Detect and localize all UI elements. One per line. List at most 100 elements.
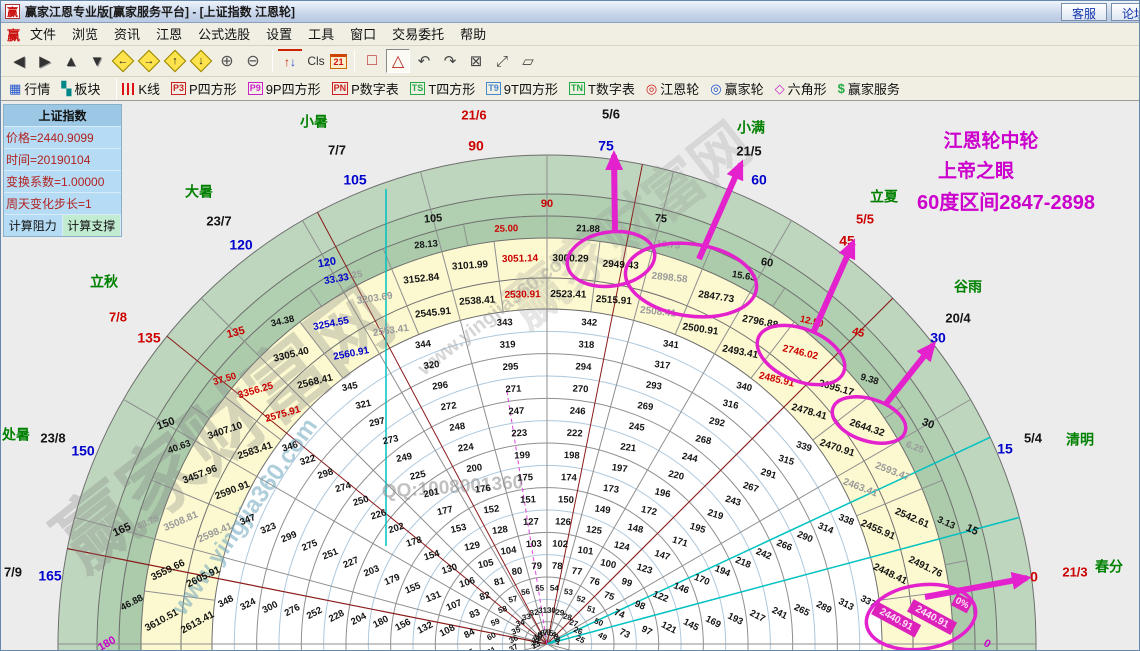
triangle-tool-icon[interactable]: △ xyxy=(386,49,410,73)
menu-item-帮助[interactable]: 帮助 xyxy=(460,27,486,42)
spiral-number: 101 xyxy=(577,545,595,558)
pan-right-icon[interactable]: → xyxy=(137,49,161,73)
spiral-number: 30 xyxy=(547,606,557,615)
toolbar-button-9P四方形[interactable]: P9 9P四方形 xyxy=(247,79,321,98)
window-title: 赢家江恩专业版[赢家服务平台] - [上证指数 江恩轮] xyxy=(25,5,295,19)
degree-value: 90 xyxy=(541,198,553,210)
nav-up-icon[interactable]: ▲ xyxy=(59,49,83,73)
toolbar-button-板块[interactable]: ▚ 板块 xyxy=(61,79,100,98)
spiral-number: 319 xyxy=(499,339,515,351)
spiral-number: 223 xyxy=(511,428,527,440)
zoom-out-icon[interactable]: ⊖ xyxy=(241,49,265,73)
cls-icon[interactable]: Cls xyxy=(304,49,328,73)
nav-left-icon[interactable]: ◀ xyxy=(7,49,31,73)
toolbar-button-行情[interactable]: ▦ 行情 xyxy=(9,79,50,98)
toolbar-button-赢家轮[interactable]: ◎ 赢家轮 xyxy=(710,79,763,98)
menu-item-工具[interactable]: 工具 xyxy=(308,27,334,42)
p9-square-icon: P9 xyxy=(247,82,263,95)
close-box-icon[interactable]: ⊠ xyxy=(464,49,488,73)
eraser-icon[interactable]: ▱ xyxy=(516,49,540,73)
outer-label-150: 150 xyxy=(71,443,95,459)
spiral-number: 173 xyxy=(603,483,620,496)
outer-label-立秋: 立秋 xyxy=(90,274,119,290)
calc-resistance-button[interactable]: 计算阻力 xyxy=(4,215,63,236)
toolbar-button-P四方形[interactable]: P3 P四方形 xyxy=(171,79,237,98)
spiral-number: 245 xyxy=(628,421,646,434)
degree-value: 60 xyxy=(760,256,774,270)
pan-down-icon[interactable]: ↓ xyxy=(189,49,213,73)
menu-item-公式选股[interactable]: 公式选股 xyxy=(198,27,250,42)
toolbar-button-T四方形[interactable]: TS T四方形 xyxy=(409,79,475,98)
service-icon: $ xyxy=(837,81,845,96)
outer-label-小暑: 小暑 xyxy=(300,114,328,130)
toolbar-button-K线[interactable]: K线 xyxy=(122,79,160,98)
spiral-number: 296 xyxy=(432,380,449,393)
outer-label-75: 75 xyxy=(598,138,614,154)
winner-wheel-icon: ◎ xyxy=(710,80,722,96)
fit-icon[interactable]: ⤢ xyxy=(490,49,514,73)
spiral-number: 125 xyxy=(585,524,603,537)
t-range-icon[interactable]: ↑ ↓ xyxy=(278,49,302,73)
chart-area[interactable]: 赢家财富网 赢家财富网 www.yingjia360.com www.yingjia3… xyxy=(1,101,1140,651)
toolbar-button-label: T数字表 xyxy=(587,82,635,97)
spiral-number: 294 xyxy=(575,361,592,373)
spiral-number: 103 xyxy=(526,539,542,551)
nav-down-icon[interactable]: ▼ xyxy=(85,49,109,73)
spiral-number: 246 xyxy=(569,406,585,418)
toolbar-button-P数字表[interactable]: PN P数字表 xyxy=(331,79,399,98)
calendar-icon[interactable]: 21 xyxy=(330,53,347,69)
menu-item-交易委托[interactable]: 交易委托 xyxy=(392,27,444,42)
spiral-number: 199 xyxy=(514,450,530,462)
outer-label-处暑: 处暑 xyxy=(1,427,30,443)
toolbar-button-T数字表[interactable]: TN T数字表 xyxy=(568,79,635,98)
outer-label-21/6: 21/6 xyxy=(461,107,486,122)
price-add-value: 2523.41 xyxy=(550,289,587,301)
spiral-number: 320 xyxy=(423,359,440,372)
spiral-number: 128 xyxy=(491,524,508,537)
menu-item-浏览[interactable]: 浏览 xyxy=(72,27,98,42)
menu-item-窗口[interactable]: 窗口 xyxy=(350,27,376,42)
menu-item-设置[interactable]: 设置 xyxy=(266,27,292,42)
menu-item-江恩[interactable]: 江恩 xyxy=(156,27,182,42)
gann-wheel-chart[interactable]: 赢家财富网赢家财富网www.yingjia360.comwww.yingjia3… xyxy=(1,101,1140,651)
kline-icon xyxy=(122,82,136,95)
toolbar-button-赢家服务[interactable]: $ 赢家服务 xyxy=(838,79,900,98)
calc-support-button[interactable]: 计算支撑 xyxy=(62,215,121,236)
blocks-icon: ▚ xyxy=(61,80,72,96)
forum-button[interactable]: 论坛 xyxy=(1110,3,1139,21)
spiral-number: 317 xyxy=(654,359,671,372)
info-row-2: 变换系数=1.00000 xyxy=(4,171,121,193)
spiral-number: 152 xyxy=(483,503,500,516)
nav-right-icon[interactable]: ▶ xyxy=(33,49,57,73)
spiral-number: 127 xyxy=(523,516,539,528)
rect-tool-icon[interactable]: □ xyxy=(360,49,384,73)
spiral-number: 104 xyxy=(500,545,518,558)
outer-label-谷雨: 谷雨 xyxy=(954,279,982,295)
spiral-number: 126 xyxy=(555,516,571,528)
pan-up-icon[interactable]: ↑ xyxy=(163,49,187,73)
toolbar-button-label: 9P四方形 xyxy=(265,82,321,97)
t9-square-icon: T9 xyxy=(486,82,501,95)
menu-item-资讯[interactable]: 资讯 xyxy=(114,27,140,42)
rotate-cw-icon[interactable]: ↷ xyxy=(438,49,462,73)
info-row-1: 时间=20190104 xyxy=(4,149,121,171)
menu-logo-icon: 赢 xyxy=(7,27,21,43)
rotate-ccw-icon[interactable]: ↶ xyxy=(412,49,436,73)
customer-service-button[interactable]: 客服 xyxy=(1060,3,1107,21)
spiral-number: 341 xyxy=(662,338,680,351)
toolbar-button-label: P数字表 xyxy=(351,82,399,97)
menu-item-文件[interactable]: 文件 xyxy=(30,27,56,42)
spiral-number: 53 xyxy=(563,587,574,597)
spiral-number: 174 xyxy=(561,472,578,484)
spiral-number: 151 xyxy=(520,494,537,506)
toolbar-button-9T四方形[interactable]: T9 9T四方形 xyxy=(486,79,558,98)
spiral-number: 175 xyxy=(517,472,534,484)
outer-label-60: 60 xyxy=(751,172,767,188)
toolbar-button-江恩轮[interactable]: ◎ 江恩轮 xyxy=(646,79,699,98)
pan-left-icon[interactable]: ← xyxy=(111,49,135,73)
zoom-in-icon[interactable]: ⊕ xyxy=(215,49,239,73)
toolbar-button-六角形[interactable]: ◇ 六角形 xyxy=(775,79,827,98)
spiral-number: 78 xyxy=(552,561,563,572)
spiral-number: 344 xyxy=(415,338,433,351)
annotation-line-1: 江恩轮中轮 xyxy=(943,131,1039,152)
